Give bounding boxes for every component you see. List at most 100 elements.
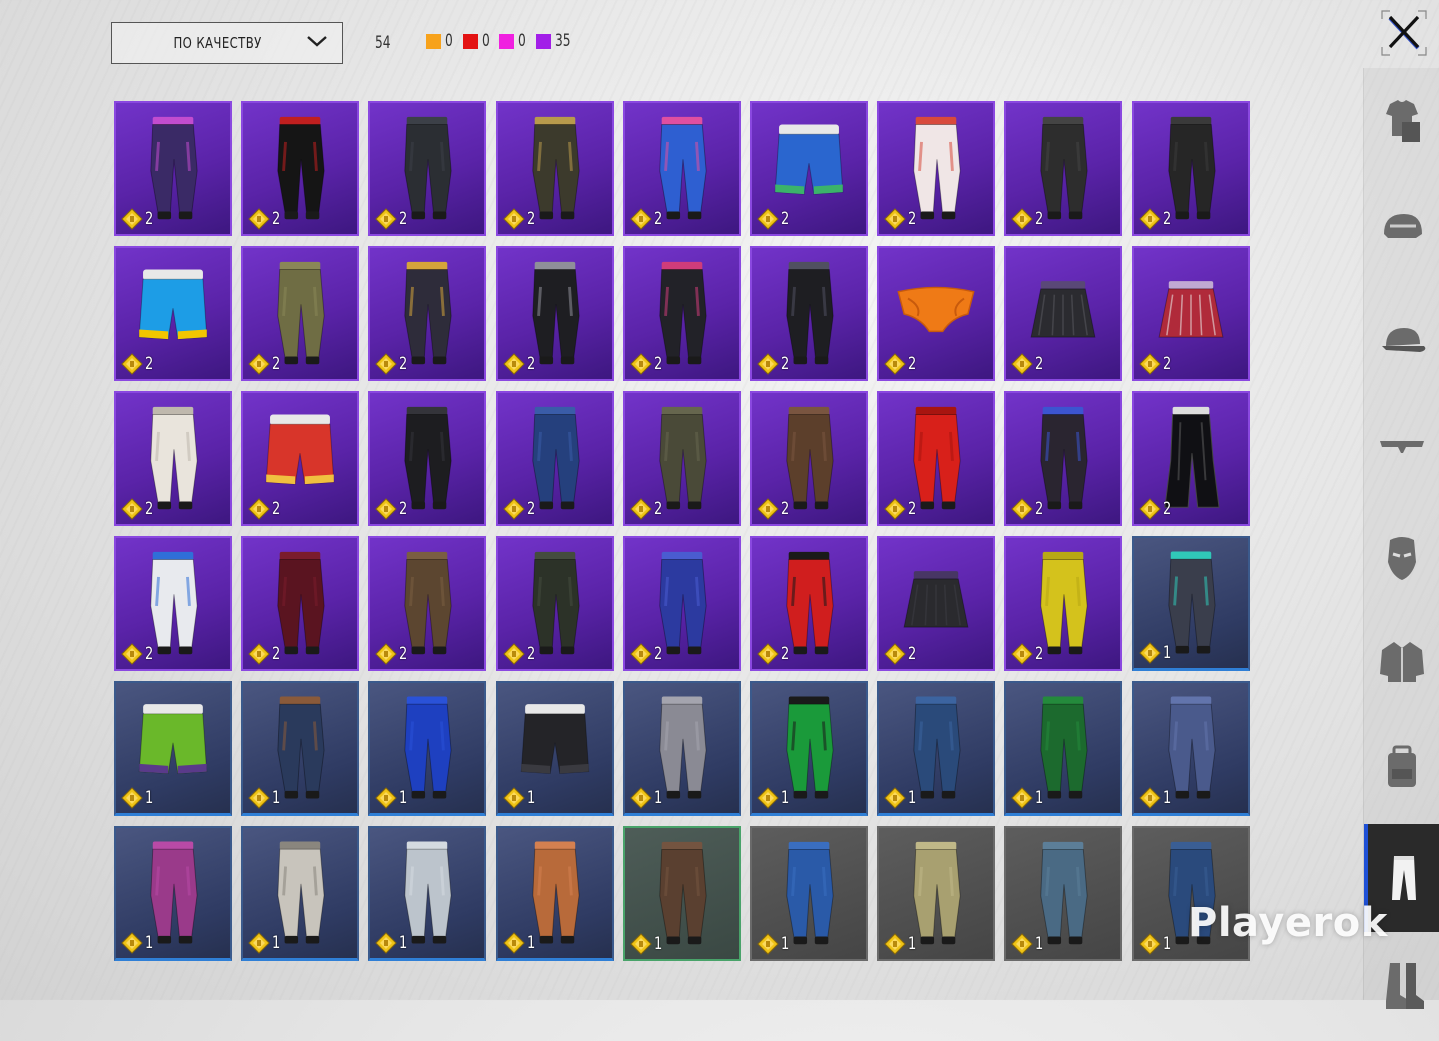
- inventory-item[interactable]: 2: [1131, 391, 1250, 526]
- item-count: 2: [145, 354, 154, 374]
- legend-swatch: [462, 34, 478, 49]
- sort-dropdown[interactable]: ПО КАЧЕСТВУ: [111, 22, 343, 64]
- inventory-item[interactable]: 1: [622, 681, 741, 816]
- diamond-badge-icon: [1011, 643, 1034, 665]
- inventory-item[interactable]: 1: [1131, 681, 1250, 816]
- item-badge: 1: [757, 933, 791, 955]
- item-badge: 2: [248, 498, 282, 520]
- inventory-item[interactable]: 1: [1131, 536, 1250, 671]
- item-badge: 1: [1138, 642, 1173, 664]
- inventory-item[interactable]: 1: [749, 681, 868, 816]
- inventory-item[interactable]: 2: [241, 101, 360, 236]
- diamond-badge-icon: [1138, 353, 1161, 375]
- item-badge: 1: [248, 787, 282, 809]
- inventory-item[interactable]: 2: [622, 246, 741, 381]
- inventory-item[interactable]: 2: [622, 391, 741, 526]
- item-badge: 2: [884, 353, 918, 375]
- legend-count: 0: [518, 31, 527, 51]
- inventory-item[interactable]: 2: [1004, 391, 1123, 526]
- item-count: 2: [399, 499, 408, 519]
- diamond-badge-icon: [630, 787, 652, 809]
- inventory-item[interactable]: 2: [241, 536, 360, 671]
- item-count: 1: [272, 788, 281, 808]
- inventory-item[interactable]: 1: [241, 681, 360, 816]
- glasses-icon: [1380, 441, 1424, 453]
- item-count: 1: [145, 933, 154, 953]
- inventory-item[interactable]: 1: [368, 826, 487, 961]
- inventory-item[interactable]: 1: [877, 826, 996, 961]
- inventory-item[interactable]: 2: [368, 246, 487, 381]
- inventory-item[interactable]: 2: [241, 391, 360, 526]
- inventory-item[interactable]: 2: [114, 246, 232, 381]
- item-badge: 2: [757, 643, 791, 665]
- item-count: 1: [908, 788, 917, 808]
- item-badge: 2: [121, 353, 155, 375]
- inventory-item[interactable]: 2: [1004, 246, 1123, 381]
- item-badge: 1: [502, 932, 537, 954]
- item-count: 2: [526, 209, 535, 229]
- inventory-item[interactable]: 1: [114, 826, 232, 961]
- inventory-item[interactable]: 2: [368, 391, 487, 526]
- diamond-badge-icon: [1138, 208, 1161, 230]
- inventory-item[interactable]: 1: [749, 826, 868, 961]
- inventory-item[interactable]: 2: [1131, 246, 1250, 381]
- diamond-badge-icon: [884, 787, 906, 809]
- inventory-item[interactable]: 2: [877, 246, 996, 381]
- inventory-item[interactable]: 1: [368, 681, 487, 816]
- item-count: 2: [780, 354, 790, 374]
- inventory-item[interactable]: 2: [114, 391, 232, 526]
- inventory-item[interactable]: 2: [495, 391, 614, 526]
- inventory-item[interactable]: 2: [495, 246, 614, 381]
- inventory-item[interactable]: 2: [368, 536, 487, 671]
- inventory-item[interactable]: 1: [495, 826, 614, 961]
- inventory-item[interactable]: 2: [1004, 536, 1123, 671]
- tab-mask[interactable]: [1364, 504, 1439, 612]
- legend-count: 0: [481, 31, 490, 51]
- item-count: 2: [908, 354, 917, 374]
- quality-legend: 0 0 0 35: [426, 31, 583, 51]
- inventory-item[interactable]: 2: [877, 536, 996, 671]
- inventory-item[interactable]: 1: [1004, 826, 1123, 961]
- inventory-item[interactable]: 1: [877, 681, 996, 816]
- inventory-item[interactable]: 2: [241, 246, 360, 381]
- inventory-item[interactable]: 2: [622, 536, 741, 671]
- item-count: 1: [526, 933, 535, 953]
- inventory-item[interactable]: 2: [749, 246, 868, 381]
- diamond-badge-icon: [757, 353, 779, 375]
- inventory-item[interactable]: 2: [1131, 101, 1250, 236]
- close-icon[interactable]: [1380, 9, 1428, 57]
- tab-boots[interactable]: [1364, 933, 1439, 1041]
- item-badge: 1: [248, 932, 282, 954]
- inventory-item[interactable]: 2: [622, 101, 741, 236]
- tab-cap[interactable]: [1364, 288, 1439, 396]
- inventory-item[interactable]: 2: [1004, 101, 1123, 236]
- item-count: 2: [399, 644, 408, 664]
- tab-backpack[interactable]: [1364, 713, 1439, 821]
- item-badge: 1: [375, 932, 409, 954]
- item-count: 2: [272, 644, 281, 664]
- inventory-item[interactable]: 2: [114, 536, 232, 671]
- tab-helmet[interactable]: [1364, 176, 1439, 284]
- inventory-item[interactable]: 2: [749, 101, 868, 236]
- inventory-item[interactable]: 2: [368, 101, 487, 236]
- inventory-item[interactable]: 2: [749, 536, 868, 671]
- inventory-item[interactable]: 2: [877, 391, 996, 526]
- inventory-item[interactable]: 1: [495, 681, 614, 816]
- tab-outfit[interactable]: [1364, 68, 1439, 176]
- diamond-badge-icon: [502, 498, 525, 520]
- diamond-badge-icon: [502, 643, 525, 665]
- diamond-badge-icon: [1138, 933, 1161, 955]
- inventory-item[interactable]: 1: [114, 681, 232, 816]
- inventory-item[interactable]: 1: [1004, 681, 1123, 816]
- inventory-item[interactable]: 2: [114, 101, 232, 236]
- tab-glasses[interactable]: [1364, 393, 1439, 501]
- inventory-item[interactable]: 1: [622, 826, 741, 961]
- tab-jacket[interactable]: [1364, 608, 1439, 716]
- inventory-item[interactable]: 2: [495, 101, 614, 236]
- inventory-item[interactable]: 2: [495, 536, 614, 671]
- item-count: 1: [272, 933, 281, 953]
- inventory-item[interactable]: 1: [241, 826, 360, 961]
- inventory-item[interactable]: 2: [749, 391, 868, 526]
- inventory-item[interactable]: 2: [877, 101, 996, 236]
- item-count: 2: [272, 499, 281, 519]
